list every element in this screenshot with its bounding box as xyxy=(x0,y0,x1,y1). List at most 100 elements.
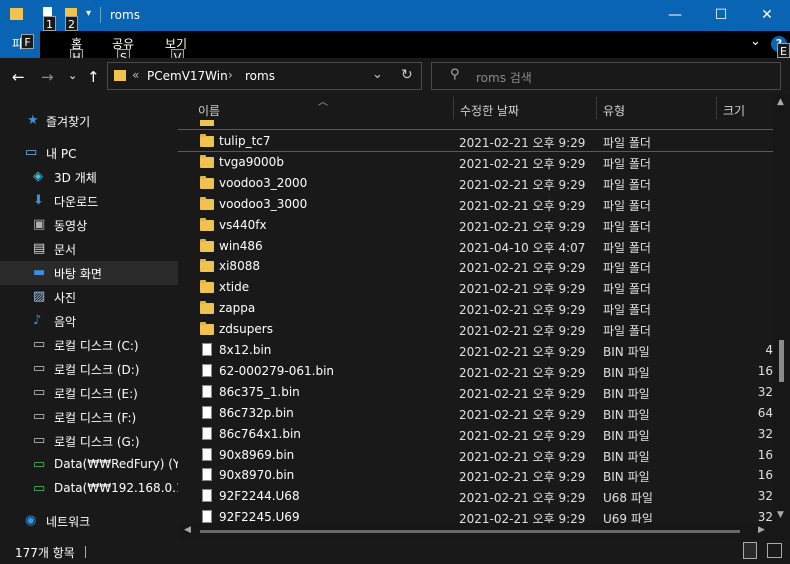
refresh-icon[interactable]: ↻ xyxy=(401,67,413,83)
file-row[interactable]: 8x12.bin 2021-02-21 오후 9:29 BIN 파일 4 xyxy=(178,339,773,360)
sidebar-item[interactable]: ▭ Data(₩₩192.168.0.120 xyxy=(0,477,178,501)
file-name: 86c764x1.bin xyxy=(219,426,301,441)
file-row[interactable]: win486 2021-04-10 오후 4:07 파일 폴더 xyxy=(178,235,773,256)
recent-locations-chevron-icon[interactable]: ⌄ xyxy=(68,69,77,82)
sidebar-item[interactable]: ▭ 로컬 디스크 (E:) xyxy=(0,381,178,405)
file-row[interactable]: zappa 2021-02-21 오후 9:29 파일 폴더 xyxy=(178,297,773,318)
file-row[interactable]: 92F2244.U68 2021-02-21 오후 9:29 U68 파일 32 xyxy=(178,485,773,506)
network-drive-icon: ▭ xyxy=(33,481,46,496)
sidebar-item[interactable]: ⬇ 다운로드 xyxy=(0,189,178,213)
file-name: xi8088 xyxy=(219,259,260,274)
vertical-scroll-thumb[interactable] xyxy=(779,340,784,382)
file-name: xtide xyxy=(219,280,250,295)
forward-arrow-icon[interactable]: → xyxy=(41,68,54,86)
scroll-down-icon[interactable]: ▼ xyxy=(777,510,784,520)
file-row[interactable]: xi8088 2021-02-21 오후 9:29 파일 폴더 xyxy=(178,255,773,276)
folder-icon xyxy=(200,217,214,231)
breadcrumb-overflow[interactable]: « xyxy=(132,68,139,82)
file-size: 4 xyxy=(765,343,773,357)
scroll-right-icon[interactable]: ▶ xyxy=(758,525,765,535)
navigation-pane: ★ 즐겨찾기 ▭ 내 PC ◈ 3D 개체 ⬇ 다운로드 ▣ 동영상 ▤ 문서 ▬ 바탕 화면 ▨ 사진 ♪ 음악… xyxy=(0,95,178,540)
sidebar-item[interactable]: ▭ 로컬 디스크 (G:) xyxy=(0,429,178,453)
file-row[interactable]: 90x8970.bin 2021-02-21 오후 9:29 BIN 파일 16 xyxy=(178,464,773,485)
expand-ribbon-icon[interactable]: ⌄ xyxy=(750,34,761,49)
column-header-type-label: 유형 xyxy=(603,104,626,118)
large-icons-view-button[interactable] xyxy=(767,543,782,558)
column-header-size[interactable]: 크기 xyxy=(717,95,773,120)
folder-icon xyxy=(200,322,214,336)
drive-icon: ▭ xyxy=(33,385,46,400)
file-row[interactable]: 86c375_1.bin 2021-02-21 오후 9:29 BIN 파일 32 xyxy=(178,381,773,402)
file-row[interactable]: 86c764x1.bin 2021-02-21 오후 9:29 BIN 파일 32 xyxy=(178,423,773,444)
vertical-scrollbar[interactable]: ▲ ▼ xyxy=(773,95,790,540)
file-type: 파일 폴더 xyxy=(603,324,651,339)
back-arrow-icon[interactable]: ← xyxy=(12,68,25,86)
sidebar-item[interactable]: ▭ 내 PC xyxy=(0,141,178,165)
music-icon: ♪ xyxy=(33,313,42,328)
sidebar-item-label: 다운로드 xyxy=(54,195,99,209)
file-date: 2021-02-21 오후 9:29 xyxy=(459,365,586,380)
sidebar-item-label: 동영상 xyxy=(54,219,88,233)
file-date: 2021-02-21 오후 9:29 xyxy=(459,303,586,318)
details-view-button[interactable] xyxy=(743,542,757,559)
sidebar-item[interactable]: ▨ 사진 xyxy=(0,285,178,309)
sidebar-item[interactable]: ▭ 로컬 디스크 (D:) xyxy=(0,357,178,381)
file-row[interactable]: zdsupers 2021-02-21 오후 9:29 파일 폴더 xyxy=(178,318,773,339)
maximize-button[interactable]: ☐ xyxy=(698,0,744,31)
pc-icon: ▭ xyxy=(25,145,38,160)
file-row[interactable]: xtide 2021-02-21 오후 9:29 파일 폴더 xyxy=(178,276,773,297)
file-row[interactable]: tvga9000b 2021-02-21 오후 9:29 파일 폴더 xyxy=(178,151,773,172)
file-name: 86c732p.bin xyxy=(219,405,294,420)
sidebar-item[interactable]: ▭ Data(₩₩RedFury) (Y:) xyxy=(0,453,178,477)
address-bar[interactable]: « PCemV17Win › roms ⌄ ↻ xyxy=(107,62,422,90)
sidebar-item[interactable]: ▬ 바탕 화면 xyxy=(0,261,178,285)
file-row[interactable]: 86c732p.bin 2021-02-21 오후 9:29 BIN 파일 64 xyxy=(178,402,773,423)
close-button[interactable]: ✕ xyxy=(744,0,790,31)
file-size: 32 xyxy=(757,426,773,441)
keytip-help: E xyxy=(777,43,790,58)
tab-file[interactable]: 파일 xyxy=(0,31,40,58)
title-bar: 1 2 ▾ roms — ☐ ✕ xyxy=(0,0,790,31)
scroll-left-icon[interactable]: ◀ xyxy=(184,525,191,535)
file-row[interactable]: voodoo3_3000 2021-02-21 오후 9:29 파일 폴더 xyxy=(178,193,773,214)
sidebar-item[interactable]: ▭ 로컬 디스크 (C:) xyxy=(0,333,178,357)
file-name: 62-000279-061.bin xyxy=(219,363,335,378)
file-row[interactable]: 62-000279-061.bin 2021-02-21 오후 9:29 BIN 파… xyxy=(178,360,773,381)
file-date: 2021-02-21 오후 9:29 xyxy=(459,386,586,401)
address-dropdown-icon[interactable]: ⌄ xyxy=(372,67,383,82)
file-date: 2021-02-21 오후 9:29 xyxy=(459,177,586,192)
sidebar-item[interactable]: ▣ 동영상 xyxy=(0,213,178,237)
up-arrow-icon[interactable]: ↑ xyxy=(87,68,100,86)
horizontal-scroll-thumb[interactable] xyxy=(200,530,740,533)
sidebar-item[interactable]: ▤ 문서 xyxy=(0,237,178,261)
quick-access-dropdown-icon[interactable]: ▾ xyxy=(86,8,91,19)
sidebar-item[interactable]: ◉ 네트워크 xyxy=(0,509,178,533)
file-date: 2021-02-21 오후 9:29 xyxy=(459,345,586,359)
file-type: BIN 파일 xyxy=(603,449,650,464)
sidebar-item-label: 내 PC xyxy=(46,147,77,161)
file-row[interactable]: 90x8969.bin 2021-02-21 오후 9:29 BIN 파일 16 xyxy=(178,444,773,465)
desktop-icon: ▬ xyxy=(33,265,46,280)
sidebar-item[interactable]: ▭ 로컬 디스크 (F:) xyxy=(0,405,178,429)
column-header-name-label: 이름 xyxy=(198,104,221,118)
minimize-button[interactable]: — xyxy=(652,0,698,31)
breadcrumb-item-pcemv17win[interactable]: PCemV17Win xyxy=(147,69,228,83)
picture-icon: ▨ xyxy=(33,289,46,304)
file-row[interactable]: vs440fx 2021-02-21 오후 9:29 파일 폴더 xyxy=(178,214,773,235)
breadcrumb-item-roms[interactable]: roms xyxy=(245,69,275,83)
horizontal-scrollbar[interactable]: ◀ ▶ xyxy=(178,523,773,540)
column-header-name[interactable]: 이름 ︿ xyxy=(178,95,453,120)
column-header-type[interactable]: 유형 xyxy=(597,95,717,120)
file-name: win486 xyxy=(219,238,263,253)
partial-row-above xyxy=(178,120,773,128)
file-row[interactable]: voodoo3_2000 2021-02-21 오후 9:29 파일 폴더 xyxy=(178,172,773,193)
search-box[interactable]: ⚲ roms 검색 xyxy=(431,62,781,90)
sidebar-item[interactable]: ★ 즐겨찾기 xyxy=(0,109,178,133)
file-row[interactable]: tulip_tc7 2021-02-21 오후 9:29 파일 폴더 xyxy=(178,129,774,152)
scroll-up-icon[interactable]: ▲ xyxy=(777,97,784,107)
folder-icon xyxy=(200,154,214,168)
search-input[interactable]: roms 검색 xyxy=(476,69,532,86)
sidebar-item[interactable]: ♪ 음악 xyxy=(0,309,178,333)
sidebar-item[interactable]: ◈ 3D 개체 xyxy=(0,165,178,189)
column-header-date[interactable]: 수정한 날짜 xyxy=(454,95,598,120)
